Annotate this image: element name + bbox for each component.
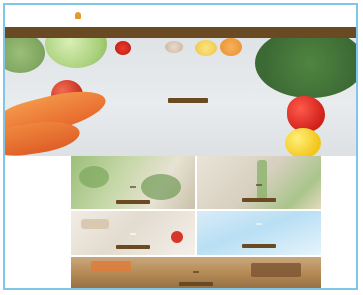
plant-image — [79, 166, 109, 188]
tile-button[interactable] — [242, 244, 276, 248]
ingredients-image — [81, 219, 109, 229]
tomato-image — [171, 231, 183, 243]
feature-tile[interactable] — [197, 211, 321, 255]
tile-button[interactable] — [242, 198, 276, 202]
tile-label — [193, 271, 199, 273]
feature-tiles — [71, 156, 321, 288]
food-image — [91, 261, 131, 271]
leafy-greens-image — [255, 38, 356, 98]
shelf-image — [251, 263, 301, 277]
site-header — [5, 5, 356, 27]
feature-tile[interactable] — [71, 257, 321, 288]
orange-image — [220, 38, 242, 56]
tomato-image — [115, 41, 131, 55]
tile-label — [130, 186, 136, 188]
feature-tile[interactable] — [197, 156, 321, 209]
tile-label — [130, 233, 136, 235]
tile-label — [256, 184, 262, 186]
feature-tile[interactable] — [71, 156, 195, 209]
browser-frame — [3, 3, 358, 290]
tile-button[interactable] — [179, 282, 213, 286]
hero-button[interactable] — [168, 98, 208, 103]
hero-banner — [5, 38, 356, 156]
cabbage-image — [45, 38, 107, 68]
main-nav — [5, 27, 356, 38]
red-pepper-image — [287, 96, 325, 132]
yellow-pepper-image — [285, 128, 321, 156]
seedling-image — [257, 160, 267, 200]
tile-button[interactable] — [116, 245, 150, 249]
plant-image — [141, 174, 181, 200]
hero-copy — [153, 88, 223, 107]
tile-label — [256, 223, 262, 225]
logo-icon — [75, 12, 81, 19]
site-logo[interactable] — [75, 12, 84, 19]
tile-button[interactable] — [116, 200, 150, 204]
mushroom-image — [165, 41, 183, 53]
feature-tile[interactable] — [71, 211, 195, 255]
greens-image — [5, 38, 45, 73]
lemon-image — [195, 40, 217, 56]
